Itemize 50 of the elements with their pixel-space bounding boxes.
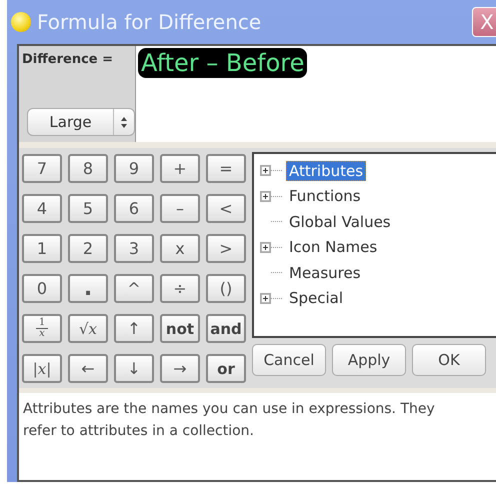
size-dropdown[interactable]: Large (27, 108, 135, 136)
tree-item[interactable]: Attributes (286, 160, 366, 181)
keypad-key[interactable]: not (160, 314, 200, 343)
tree-item[interactable]: Functions (286, 186, 364, 206)
keypad-key[interactable]: . (68, 274, 108, 303)
description-text: Attributes are the names you can use in expressions. They refer to attributes in a collection. (19, 388, 496, 480)
keypad-key[interactable]: 0 (22, 274, 62, 303)
keypad-key[interactable]: or (206, 354, 246, 383)
keypad-key[interactable]: ^ (114, 274, 154, 303)
keypad-key[interactable]: → (160, 354, 200, 383)
formula-label: Difference = (22, 52, 114, 67)
keypad-key[interactable]: 8 (68, 154, 108, 183)
keypad-key[interactable]: < (206, 194, 246, 223)
keypad-key[interactable]: 6 (114, 194, 154, 223)
keypad-key[interactable]: ← (68, 354, 108, 383)
tree-item[interactable]: Special (286, 288, 346, 308)
keypad-key[interactable]: 3 (114, 234, 154, 263)
keypad-key[interactable]: 2 (68, 234, 108, 263)
keypad-key[interactable]: √x (68, 314, 108, 343)
keypad-key[interactable]: ↓ (114, 354, 154, 383)
keypad-key[interactable]: = (206, 154, 246, 183)
formula-expression[interactable]: After – Before (138, 48, 308, 78)
keypad-key[interactable]: 9 (114, 154, 154, 183)
tree-item[interactable]: Global Values (286, 212, 394, 232)
expand-icon[interactable] (260, 165, 271, 176)
keypad-key[interactable]: 7 (22, 154, 62, 183)
keypad-key[interactable]: > (206, 234, 246, 263)
expand-icon[interactable] (260, 242, 271, 253)
keypad-key[interactable]: 1 (22, 234, 62, 263)
reciprocal-key[interactable]: 1 x (22, 314, 62, 343)
window-title: Formula for Difference (37, 10, 262, 34)
keypad-key[interactable]: 4 (22, 194, 62, 223)
spinner-icon (121, 116, 127, 128)
keypad-key[interactable]: – (160, 194, 200, 223)
keypad-key[interactable]: () (206, 274, 246, 303)
keypad-key[interactable]: ↑ (114, 314, 154, 343)
keypad-key[interactable]: + (160, 154, 200, 183)
keypad-key[interactable]: 5 (68, 194, 108, 223)
dialog-button[interactable]: OK (412, 344, 486, 376)
expand-icon[interactable] (260, 190, 271, 202)
window-icon (11, 12, 31, 32)
tree-item[interactable]: Icon Names (286, 237, 380, 258)
dialog-button[interactable]: Apply (332, 344, 406, 376)
dialog-button[interactable]: Cancel (252, 344, 326, 376)
keypad-key[interactable]: |x| (22, 354, 62, 383)
keypad-key[interactable]: and (206, 314, 246, 343)
tree-item[interactable]: Measures (286, 262, 364, 283)
keypad-key[interactable]: ÷ (160, 274, 200, 303)
keypad-key[interactable]: x (160, 234, 200, 263)
expand-icon[interactable] (260, 292, 271, 304)
